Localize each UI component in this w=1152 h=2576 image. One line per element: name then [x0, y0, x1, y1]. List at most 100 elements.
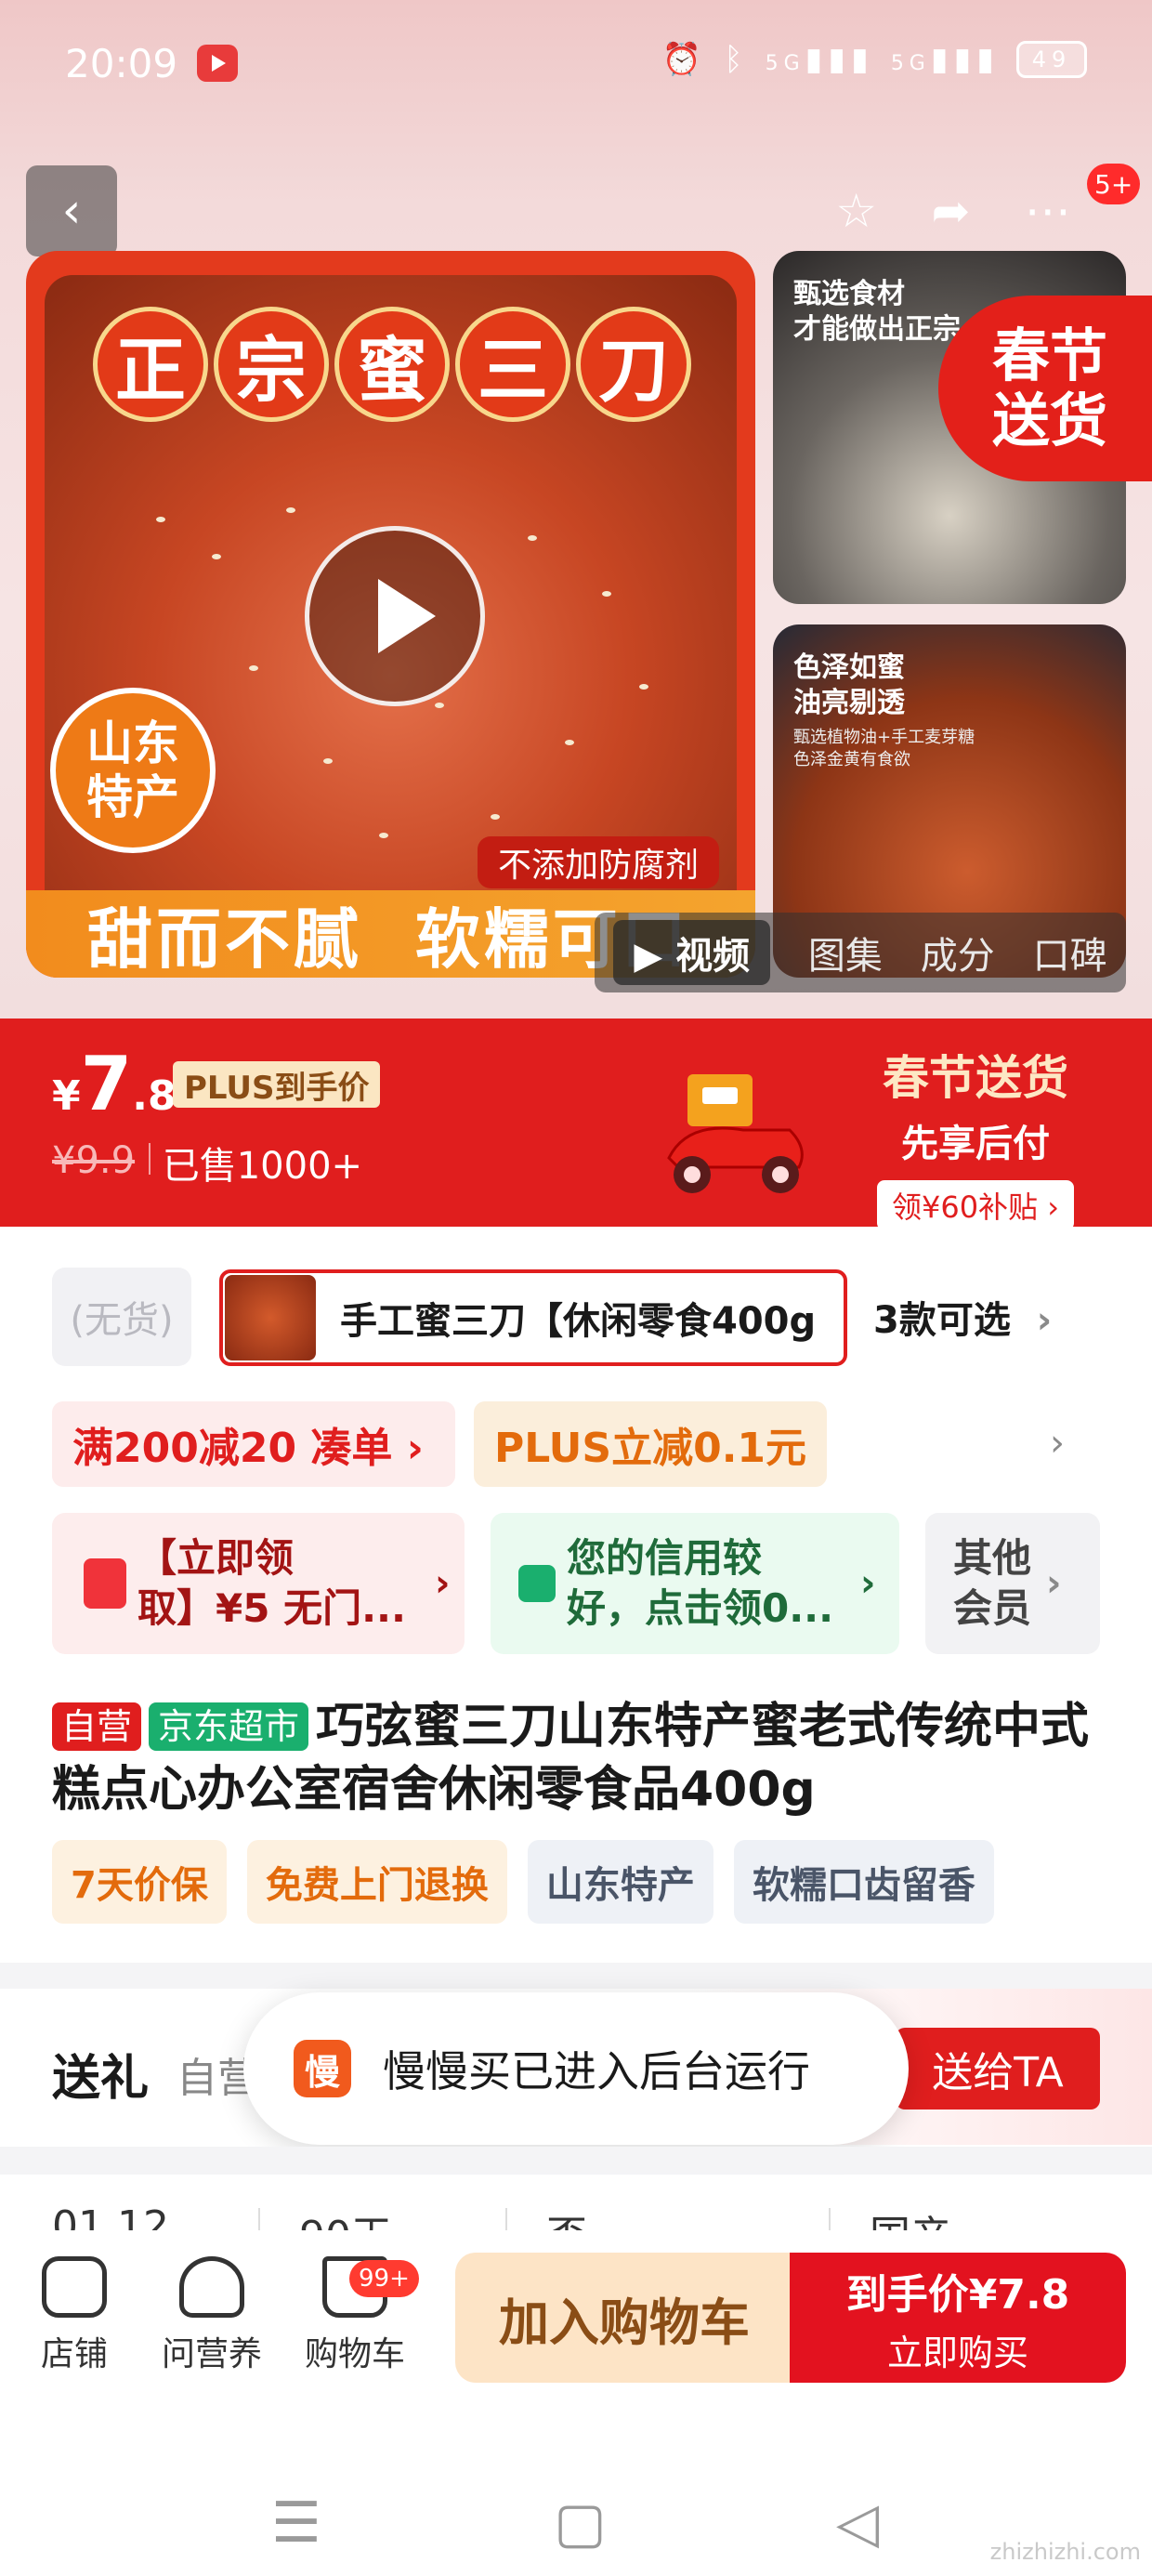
- section-divider: [0, 1963, 1152, 1989]
- status-icons: ⏰ ᛒ 5G▮▮▮ 5G▮▮▮ 49: [662, 41, 1087, 78]
- credit-coupon-text: 您的信用较 好，点击领0...: [567, 1535, 834, 1631]
- send-gift-button[interactable]: 送给TA: [896, 2028, 1100, 2109]
- plus-price-tag: PLUS到手价: [173, 1061, 381, 1108]
- video-app-icon: [197, 45, 238, 82]
- bluetooth-icon: ᛒ: [724, 41, 749, 78]
- gift-title: 送礼: [52, 2051, 150, 2107]
- tab-reviews[interactable]: 口碑: [1033, 926, 1107, 979]
- variant-selector: (无货) 手工蜜三刀【休闲零食400g 3款可选 ›: [0, 1245, 1152, 1375]
- toast-text: 慢慢买已进入后台运行: [383, 2046, 810, 2096]
- service-tag[interactable]: 免费上门退换: [246, 1840, 507, 1924]
- service-tags: 7天价保 免费上门退换 山东特产 软糯口齿留香: [52, 1840, 994, 1924]
- service-tag[interactable]: 山东特产: [527, 1840, 713, 1924]
- image-title: 正 宗 蜜 三 刀: [93, 307, 691, 422]
- region-badge: 山东 特产: [50, 688, 216, 853]
- chevron-right-icon: ›: [1046, 1562, 1062, 1605]
- plus-discount-promo[interactable]: PLUS立减0.1元: [474, 1401, 827, 1487]
- service-tag[interactable]: 软糯口齿留香: [733, 1840, 994, 1924]
- title-char: 宗: [214, 307, 329, 422]
- bundle-link[interactable]: 凑单 ›: [310, 1414, 423, 1474]
- watermark: zhizhizhi.com: [989, 2539, 1141, 2565]
- other-member[interactable]: 其他 会员 ›: [925, 1513, 1100, 1654]
- title-char: 刀: [576, 307, 691, 422]
- festive-subtitle: 先享后付: [901, 1123, 1050, 1165]
- cart-count-badge: 99+: [349, 2260, 419, 2297]
- play-video-button[interactable]: [305, 526, 485, 706]
- price-band: ¥7.8 PLUS到手价 ¥9.9 已售1000+ 春节送货 先享后付 领¥60…: [0, 1019, 1152, 1230]
- shopping-bag-icon: [518, 1565, 556, 1602]
- buy-now-label: 立即购买: [886, 2332, 1028, 2373]
- subsidy-button[interactable]: 领¥60补贴 ›: [876, 1180, 1075, 1230]
- jd-supermarket-tag: 京东超市: [149, 1702, 309, 1751]
- product-title: 自营 京东超市 巧弦蜜三刀山东特产蜜老式传统中式糕点心办公室宿舍休闲零食品400g: [52, 1695, 1111, 1821]
- chevron-left-icon: ‹: [61, 183, 82, 239]
- chevron-right-icon: ›: [860, 1562, 876, 1605]
- top-actions: ☆ ➦ ⋯: [808, 165, 1098, 256]
- original-price: ¥9.9: [52, 1139, 136, 1182]
- coupon-claim[interactable]: 【立即领 取】¥5 无门... ›: [52, 1513, 465, 1654]
- manmanmai-app-icon: 慢: [294, 2040, 351, 2097]
- more-icon[interactable]: ⋯: [1025, 184, 1071, 238]
- title-char: 正: [93, 307, 208, 422]
- bottom-action-bar: 店铺 问营养 购物车 99+ 加入购物车 到手价¥7.8 立即购买: [0, 2230, 1152, 2416]
- tab-video[interactable]: ▶ 视频: [613, 920, 771, 985]
- coupon-icon: [84, 1558, 126, 1609]
- shop-button[interactable]: 店铺: [19, 2256, 130, 2375]
- signal-icon-1: 5G▮▮▮: [765, 41, 874, 78]
- thumb2-caption: 色泽如蜜 油亮剔透: [793, 651, 905, 719]
- nutritionist-icon: [179, 2256, 244, 2318]
- cart-label: 购物车: [304, 2335, 405, 2373]
- back-button[interactable]: ‹: [26, 165, 117, 256]
- buy-now-button[interactable]: 到手价¥7.8 立即购买: [790, 2253, 1126, 2383]
- thumb2-subcaption: 甄选植物油+手工麦芽糖 色泽金黄有食欲: [793, 728, 975, 769]
- status-time: 20:09: [65, 41, 178, 86]
- credit-coupon[interactable]: 您的信用较 好，点击领0... ›: [491, 1513, 899, 1654]
- festive-title: 春节送货: [883, 1050, 1068, 1105]
- consult-label: 问营养: [161, 2335, 262, 2373]
- discount-promo[interactable]: 满200减20 凑单 ›: [52, 1401, 455, 1487]
- title-char: 三: [455, 307, 570, 422]
- variant-count[interactable]: 3款可选 ›: [873, 1290, 1052, 1344]
- spring-delivery-ribbon: 春节 送货: [938, 296, 1152, 481]
- title-char: 蜜: [334, 307, 450, 422]
- service-tag[interactable]: 7天价保: [52, 1840, 227, 1924]
- chevron-right-icon: ›: [1036, 1299, 1053, 1342]
- section-divider: [0, 2147, 1152, 2175]
- chevron-right-icon[interactable]: ›: [1050, 1422, 1065, 1465]
- coupon-text: 【立即领 取】¥5 无门...: [137, 1535, 406, 1631]
- share-icon[interactable]: ➦: [931, 184, 970, 238]
- shop-label: 店铺: [40, 2335, 108, 2373]
- nutrition-consult-button[interactable]: 问营养: [156, 2256, 268, 2375]
- media-tabs: ▶ 视频 图集 成分 口碑: [595, 913, 1126, 992]
- chevron-right-icon: ›: [435, 1562, 451, 1605]
- delivery-scooter-icon: [667, 1074, 804, 1193]
- self-operated-tag: 自营: [52, 1702, 142, 1751]
- sold-count: 已售1000+: [162, 1145, 363, 1188]
- background-toast: 慢 慢慢买已进入后台运行: [243, 1992, 909, 2145]
- tab-ingredients[interactable]: 成分: [921, 926, 995, 979]
- buy-price: 到手价¥7.8: [845, 2270, 1070, 2319]
- current-price: ¥7.8: [52, 1041, 177, 1127]
- tab-gallery[interactable]: 图集: [808, 926, 883, 979]
- variant-out-of-stock[interactable]: (无货): [52, 1268, 191, 1366]
- alarm-icon: ⏰: [661, 41, 708, 78]
- variant-selected[interactable]: 手工蜜三刀【休闲零食400g: [219, 1269, 847, 1366]
- star-icon[interactable]: ☆: [835, 184, 877, 238]
- discount-text: 满200减20: [72, 1425, 297, 1472]
- shop-icon: [42, 2256, 107, 2318]
- signal-icon-2: 5G▮▮▮: [890, 41, 1000, 78]
- home-icon[interactable]: ▢: [554, 2491, 607, 2556]
- variant-thumbnail: [225, 1275, 316, 1360]
- spring-festival-promo[interactable]: 春节送货 先享后付 领¥60补贴 ›: [873, 1041, 1078, 1230]
- thumb1-caption: 甄选食材 才能做出正宗: [793, 278, 961, 346]
- add-to-cart-button[interactable]: 加入购物车: [455, 2253, 793, 2383]
- recents-icon[interactable]: ☰: [271, 2491, 321, 2556]
- hero-gallery: 20:09 ⏰ ᛒ 5G▮▮▮ 5G▮▮▮ 49 ‹ ☆ ➦ ⋯ 5+ 正 宗 …: [0, 0, 1152, 1022]
- message-badge: 5+: [1087, 164, 1141, 204]
- battery-icon: 49: [1016, 41, 1087, 78]
- other-member-text: 其他 会员: [953, 1535, 1032, 1631]
- system-nav-bar: ☰ ▢ ◁ zhizhizhi.com: [0, 2416, 1152, 2576]
- back-nav-icon[interactable]: ◁: [836, 2491, 879, 2556]
- variant-label: 手工蜜三刀【休闲零食400g: [340, 1300, 817, 1343]
- main-product-image[interactable]: 正 宗 蜜 三 刀 山东 特产 不添加防腐剂 甜而不腻 软糯可口: [26, 251, 755, 978]
